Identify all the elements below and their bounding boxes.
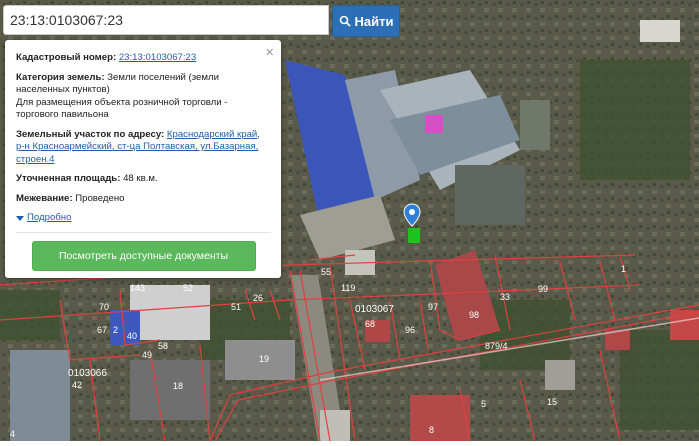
address-row: Земельный участок по адресу: Краснодарск… xyxy=(16,129,271,167)
parcel-label: 97 xyxy=(428,302,438,312)
land-usage-value: Для размещения объекта розничной торговл… xyxy=(16,96,228,121)
parcel-label: 68 xyxy=(365,319,375,329)
parcel-label: 49 xyxy=(142,350,152,360)
parcel-label: 99 xyxy=(538,284,548,294)
parcel-label: 55 xyxy=(321,267,331,277)
divider xyxy=(16,231,271,233)
parcel-label: 19 xyxy=(259,354,269,364)
land-category-label: Категория земель: xyxy=(16,71,105,83)
parcel-label: 40 xyxy=(127,331,137,341)
parcel-info-popup: × Кадастровый номер: 23:13:0103067:23 Ка… xyxy=(5,40,281,278)
search-button-label: Найти xyxy=(354,13,394,29)
parcel-label: 98 xyxy=(469,310,479,320)
area-value: 48 кв.м. xyxy=(123,173,158,184)
cadastral-number-row: Кадастровый номер: 23:13:0103067:23 xyxy=(16,52,271,65)
parcel-label: 2 xyxy=(113,325,118,335)
parcel-label: 15 xyxy=(547,397,557,407)
parcel-label: 119 xyxy=(341,283,355,293)
more-details-label: Подробно xyxy=(27,212,72,223)
parcel-label: 8 xyxy=(429,425,434,435)
search-button[interactable]: Найти xyxy=(332,5,400,37)
parcel-label: 96 xyxy=(405,325,415,335)
cadastral-number-link[interactable]: 23:13:0103067:23 xyxy=(119,52,196,63)
area-label: Уточненная площадь: xyxy=(16,173,121,184)
parcel-label: 58 xyxy=(158,341,168,351)
search-bar: Найти xyxy=(3,5,400,37)
road-label: 879/4 xyxy=(485,341,508,351)
block-label: 0103067 xyxy=(355,304,394,315)
survey-row: Межевание: Проведено xyxy=(16,193,271,206)
block-label: 0103066 xyxy=(68,368,107,379)
parcel-label: 70 xyxy=(99,302,109,312)
parcel-label: 52 xyxy=(183,283,193,293)
survey-label: Межевание: xyxy=(16,192,73,204)
parcel-label: 5 xyxy=(481,399,486,409)
caret-down-icon xyxy=(16,215,24,221)
parcel-label: 33 xyxy=(500,292,510,302)
search-icon xyxy=(339,15,351,27)
area-row: Уточненная площадь: 48 кв.м. xyxy=(16,173,271,186)
parcel-label: 18 xyxy=(173,381,183,391)
parcel-label: 26 xyxy=(253,293,263,303)
cadastral-number-label: Кадастровый номер: xyxy=(16,52,117,63)
land-category-row: Категория земель: Земли поселений (земли… xyxy=(16,72,271,122)
selected-parcel[interactable] xyxy=(408,228,420,243)
parcel-label: 4 xyxy=(10,429,15,439)
close-icon[interactable]: × xyxy=(265,45,274,60)
more-details-link[interactable]: Подробно xyxy=(16,212,271,225)
view-documents-button[interactable]: Посмотреть доступные документы xyxy=(31,240,256,271)
parcel-label: 67 xyxy=(97,325,107,335)
parcel-label: 51 xyxy=(231,302,241,312)
parcel-label: 42 xyxy=(72,380,82,390)
parcel-label: 1 xyxy=(621,264,626,274)
parcel-label: 143 xyxy=(130,283,145,293)
address-label: Земельный участок по адресу: xyxy=(16,128,165,140)
survey-value: Проведено xyxy=(75,192,125,204)
search-input[interactable] xyxy=(3,5,329,35)
